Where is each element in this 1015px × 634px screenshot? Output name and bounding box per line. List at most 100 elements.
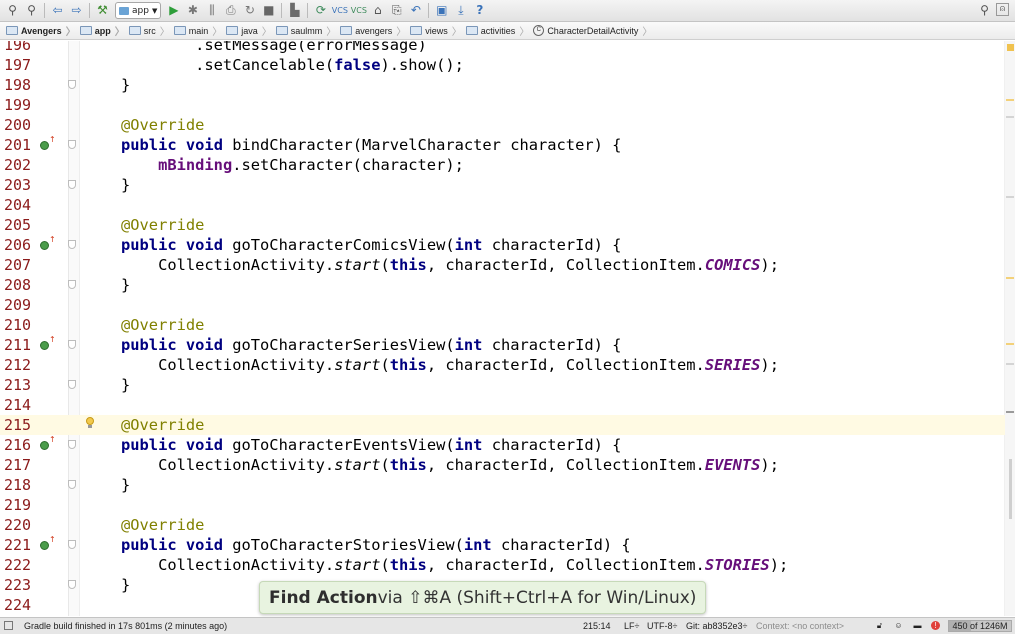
code-text[interactable]: @BindingAdapter({"source", "presenter", … <box>121 615 603 616</box>
search-everywhere-icon[interactable]: ⚲ <box>977 3 992 18</box>
breadcrumb-item[interactable]: views 〉 <box>410 23 466 38</box>
fold-marker-icon[interactable] <box>68 140 76 149</box>
fold-marker-icon[interactable] <box>68 540 76 549</box>
code-line[interactable]: 210 @Override <box>0 315 1005 335</box>
code-text[interactable]: public void goToCharacterSeriesView(int … <box>121 335 621 355</box>
sync-icon[interactable]: ⟳ <box>313 3 328 18</box>
code-line[interactable]: 202 mBinding.setCharacter(character); <box>0 155 1005 175</box>
code-line[interactable]: 220 @Override <box>0 515 1005 535</box>
override-gutter-icon[interactable] <box>40 441 49 450</box>
info-marker[interactable] <box>1006 116 1014 118</box>
code-line[interactable]: 216 ↑ public void goToCharacterEventsView(… <box>0 435 1005 455</box>
code-text[interactable]: public void goToCharacterStoriesView(int… <box>121 535 631 555</box>
breadcrumb-item[interactable]: C CharacterDetailActivity 〉 <box>533 23 656 38</box>
fold-marker-icon[interactable] <box>68 240 76 249</box>
code-text[interactable]: @Override <box>121 515 204 535</box>
back-icon[interactable]: ⇦ <box>50 3 65 18</box>
attach-debugger-icon[interactable]: ⎙ <box>223 3 238 18</box>
tool-windows-toggle-icon[interactable] <box>4 621 13 630</box>
code-text[interactable]: } <box>121 175 130 195</box>
inspection-status-icon[interactable] <box>1007 44 1014 51</box>
debug-icon[interactable]: ✱ <box>185 3 200 18</box>
fold-marker-icon[interactable] <box>68 280 76 289</box>
project-structure-icon[interactable]: ▣ <box>434 3 449 18</box>
code-line[interactable]: 209 <box>0 295 1005 315</box>
code-line[interactable]: 203} <box>0 175 1005 195</box>
fold-marker-icon[interactable] <box>68 440 76 449</box>
code-text[interactable]: } <box>121 475 130 495</box>
code-text[interactable]: @Override <box>121 315 204 335</box>
caret-position[interactable]: 215:14 <box>583 621 611 631</box>
stop-icon[interactable]: ■ <box>261 3 276 18</box>
code-line[interactable]: 217 CollectionActivity.start(this, chara… <box>0 455 1005 475</box>
code-line[interactable]: 219 <box>0 495 1005 515</box>
code-line[interactable]: 197 .setCancelable(false).show(); <box>0 55 1005 75</box>
user-icon[interactable]: ⍝ <box>996 3 1009 16</box>
code-line[interactable]: 221 ↑ public void goToCharacterStoriesView… <box>0 535 1005 555</box>
fold-marker-icon[interactable] <box>68 80 76 89</box>
info-marker[interactable] <box>1006 196 1014 198</box>
forward-icon[interactable]: ⇨ <box>69 3 84 18</box>
override-gutter-icon[interactable] <box>40 541 49 550</box>
search-replace-icon[interactable]: ⚲ <box>24 3 39 18</box>
code-text[interactable]: CollectionActivity.start(this, character… <box>121 455 779 475</box>
sdk-manager-icon[interactable]: ▙ <box>287 3 302 18</box>
warning-marker[interactable] <box>1006 99 1014 101</box>
code-line[interactable]: 199 <box>0 95 1005 115</box>
breadcrumb-item[interactable]: Avengers 〉 <box>6 23 80 38</box>
code-text[interactable]: public void goToCharacterEventsView(int … <box>121 435 621 455</box>
download-icon[interactable]: ⤓ <box>453 3 468 18</box>
intention-bulb-icon[interactable] <box>86 417 94 428</box>
code-line[interactable]: 213} <box>0 375 1005 395</box>
vcs-push-icon[interactable]: ⎘ <box>389 3 404 18</box>
lock-icon[interactable]: 🔓︎ <box>875 621 884 630</box>
code-line[interactable]: 196 .setMessage(errorMessage) <box>0 41 1005 55</box>
search-icon[interactable]: ⚲ <box>5 3 20 18</box>
context-indicator[interactable]: Context: <no context> <box>756 621 844 631</box>
inspector-icon[interactable]: ☺︎ <box>894 621 903 630</box>
code-line[interactable]: 201 ↑ public void bindCharacter(MarvelChar… <box>0 135 1005 155</box>
line-separator[interactable]: LF÷ <box>624 621 639 631</box>
warning-marker[interactable] <box>1006 343 1014 345</box>
fold-marker-icon[interactable] <box>68 340 76 349</box>
breadcrumb-item[interactable]: avengers 〉 <box>340 23 410 38</box>
revert-icon[interactable]: ↶ <box>408 3 423 18</box>
breadcrumb-item[interactable]: saulmm 〉 <box>275 23 341 38</box>
status-message[interactable]: Gradle build finished in 17s 801ms (2 mi… <box>24 621 227 631</box>
code-line[interactable]: 214 <box>0 395 1005 415</box>
code-text[interactable]: .setMessage(errorMessage) <box>121 41 427 55</box>
override-gutter-icon[interactable] <box>40 341 49 350</box>
code-line[interactable]: 200 @Override <box>0 115 1005 135</box>
code-text[interactable]: public void goToCharacterComicsView(int … <box>121 235 621 255</box>
code-line[interactable]: 215 @Override <box>0 415 1005 435</box>
code-text[interactable]: @Override <box>121 215 204 235</box>
fold-marker-icon[interactable] <box>68 580 76 589</box>
code-line[interactable]: 198} <box>0 75 1005 95</box>
warning-marker[interactable] <box>1006 277 1014 279</box>
info-marker[interactable] <box>1006 363 1014 365</box>
code-line[interactable]: 212 CollectionActivity.start(this, chara… <box>0 355 1005 375</box>
code-text[interactable]: CollectionActivity.start(this, character… <box>121 555 788 575</box>
breadcrumb-item[interactable]: src 〉 <box>128 23 174 38</box>
code-text[interactable]: } <box>121 275 130 295</box>
code-text[interactable]: } <box>121 375 130 395</box>
help-icon[interactable]: ? <box>472 3 487 18</box>
scroll-thumb[interactable] <box>1009 459 1012 519</box>
code-text[interactable]: @Override <box>121 115 204 135</box>
run-config-dropdown[interactable]: app ▼ <box>115 2 162 19</box>
file-encoding[interactable]: UTF-8÷ <box>647 621 677 631</box>
code-text[interactable]: CollectionActivity.start(this, character… <box>121 355 779 375</box>
code-text[interactable]: } <box>121 575 130 595</box>
code-line[interactable]: 222 CollectionActivity.start(this, chara… <box>0 555 1005 575</box>
event-log-icon[interactable]: ▬ <box>913 621 922 630</box>
vcs-commit-icon[interactable]: VCS <box>351 3 367 18</box>
code-line[interactable]: 225 @BindingAdapter({"source", "presenter… <box>0 615 1005 616</box>
error-stripe[interactable] <box>1005 41 1015 616</box>
run-icon[interactable]: ▶ <box>166 3 181 18</box>
breadcrumb-item[interactable]: main 〉 <box>173 23 227 38</box>
code-text[interactable]: public void bindCharacter(MarvelCharacte… <box>121 135 621 155</box>
code-text[interactable]: @Override <box>121 415 204 435</box>
code-line[interactable]: 211 ↑ public void goToCharacterSeriesView(… <box>0 335 1005 355</box>
breadcrumb-item[interactable]: activities 〉 <box>465 23 534 38</box>
make-icon[interactable]: ⚒ <box>95 3 110 18</box>
